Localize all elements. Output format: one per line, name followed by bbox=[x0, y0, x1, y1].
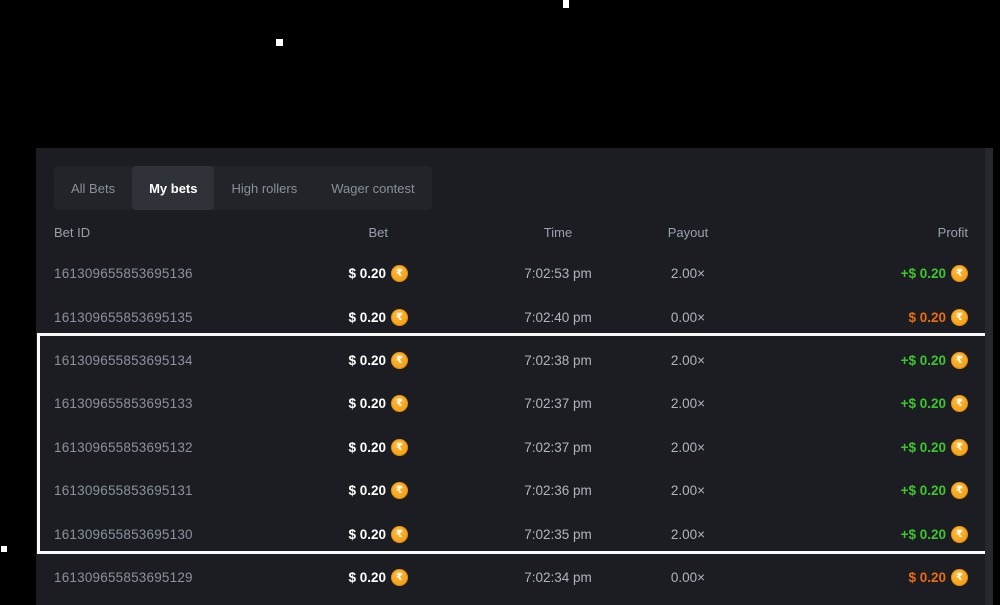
bet-amount: $ 0.20 bbox=[348, 266, 386, 281]
rupee-coin-icon: ₹ bbox=[391, 482, 408, 499]
profit-cell: +$ 0.20 ₹ bbox=[733, 265, 968, 282]
bet-amount: $ 0.20 bbox=[348, 353, 386, 368]
profit-amount: +$ 0.20 bbox=[901, 266, 946, 281]
tab-wager-contest[interactable]: Wager contest bbox=[314, 166, 431, 210]
profit-cell: +$ 0.20 ₹ bbox=[733, 439, 968, 456]
artifact-dot-top bbox=[563, 0, 569, 8]
header-time: Time bbox=[473, 225, 643, 240]
bet-amount: $ 0.20 bbox=[348, 440, 386, 455]
time-cell: 7:02:37 pm bbox=[473, 396, 643, 411]
table-row[interactable]: 161309655853695134 $ 0.20 ₹ 7:02:38 pm 2… bbox=[54, 339, 968, 382]
rupee-coin-icon: ₹ bbox=[391, 526, 408, 543]
time-cell: 7:02:53 pm bbox=[473, 266, 643, 281]
rupee-coin-icon: ₹ bbox=[951, 482, 968, 499]
bet-amount-cell: $ 0.20 ₹ bbox=[336, 309, 473, 326]
bet-amount: $ 0.20 bbox=[348, 527, 386, 542]
profit-amount: $ 0.20 bbox=[908, 310, 946, 325]
payout-cell: 2.00× bbox=[643, 353, 733, 368]
artifact-dot-upper-left bbox=[276, 39, 283, 46]
rupee-coin-icon: ₹ bbox=[951, 265, 968, 282]
header-bet-id: Bet ID bbox=[54, 225, 336, 240]
tab-all-bets[interactable]: All Bets bbox=[54, 166, 132, 210]
bet-amount: $ 0.20 bbox=[348, 396, 386, 411]
header-payout: Payout bbox=[643, 225, 733, 240]
bet-amount: $ 0.20 bbox=[348, 483, 386, 498]
rupee-coin-icon: ₹ bbox=[391, 352, 408, 369]
bet-id-cell: 161309655853695130 bbox=[54, 527, 336, 542]
rupee-coin-icon: ₹ bbox=[391, 569, 408, 586]
payout-cell: 2.00× bbox=[643, 266, 733, 281]
time-cell: 7:02:36 pm bbox=[473, 483, 643, 498]
tab-high-rollers[interactable]: High rollers bbox=[214, 166, 314, 210]
rupee-coin-icon: ₹ bbox=[951, 309, 968, 326]
bet-id-cell: 161309655853695131 bbox=[54, 483, 336, 498]
bet-id-cell: 161309655853695133 bbox=[54, 396, 336, 411]
rupee-coin-icon: ₹ bbox=[951, 395, 968, 412]
bets-tab-bar: All BetsMy betsHigh rollersWager contest bbox=[54, 166, 432, 210]
bet-id-cell: 161309655853695129 bbox=[54, 570, 336, 585]
rupee-coin-icon: ₹ bbox=[951, 569, 968, 586]
bet-id-cell: 161309655853695136 bbox=[54, 266, 336, 281]
table-row[interactable]: 161309655853695131 $ 0.20 ₹ 7:02:36 pm 2… bbox=[54, 469, 968, 512]
panel-right-strip bbox=[985, 148, 993, 605]
time-cell: 7:02:40 pm bbox=[473, 310, 643, 325]
bet-amount-cell: $ 0.20 ₹ bbox=[336, 352, 473, 369]
table-row[interactable]: 161309655853695135 $ 0.20 ₹ 7:02:40 pm 0… bbox=[54, 295, 968, 338]
profit-amount: $ 0.20 bbox=[908, 570, 946, 585]
time-cell: 7:02:38 pm bbox=[473, 353, 643, 368]
rupee-coin-icon: ₹ bbox=[391, 439, 408, 456]
artifact-dot-left-edge bbox=[1, 546, 7, 552]
time-cell: 7:02:37 pm bbox=[473, 440, 643, 455]
bet-id-cell: 161309655853695132 bbox=[54, 440, 336, 455]
time-cell: 7:02:34 pm bbox=[473, 570, 643, 585]
payout-cell: 0.00× bbox=[643, 570, 733, 585]
profit-amount: +$ 0.20 bbox=[901, 527, 946, 542]
bet-amount: $ 0.20 bbox=[348, 310, 386, 325]
header-profit: Profit bbox=[733, 225, 968, 240]
payout-cell: 2.00× bbox=[643, 483, 733, 498]
table-row[interactable]: 161309655853695130 $ 0.20 ₹ 7:02:35 pm 2… bbox=[54, 512, 968, 555]
payout-cell: 0.00× bbox=[643, 310, 733, 325]
bet-amount-cell: $ 0.20 ₹ bbox=[336, 569, 473, 586]
profit-cell: +$ 0.20 ₹ bbox=[733, 352, 968, 369]
bet-id-cell: 161309655853695135 bbox=[54, 310, 336, 325]
profit-amount: +$ 0.20 bbox=[901, 353, 946, 368]
bet-amount: $ 0.20 bbox=[348, 570, 386, 585]
profit-cell: +$ 0.20 ₹ bbox=[733, 482, 968, 499]
tab-my-bets[interactable]: My bets bbox=[132, 166, 214, 210]
table-body: 161309655853695136 $ 0.20 ₹ 7:02:53 pm 2… bbox=[54, 252, 968, 599]
bet-amount-cell: $ 0.20 ₹ bbox=[336, 395, 473, 412]
payout-cell: 2.00× bbox=[643, 440, 733, 455]
bet-amount-cell: $ 0.20 ₹ bbox=[336, 439, 473, 456]
rupee-coin-icon: ₹ bbox=[391, 309, 408, 326]
table-row[interactable]: 161309655853695132 $ 0.20 ₹ 7:02:37 pm 2… bbox=[54, 426, 968, 469]
time-cell: 7:02:35 pm bbox=[473, 527, 643, 542]
header-bet: Bet bbox=[336, 225, 473, 240]
rupee-coin-icon: ₹ bbox=[951, 352, 968, 369]
payout-cell: 2.00× bbox=[643, 527, 733, 542]
bet-amount-cell: $ 0.20 ₹ bbox=[336, 482, 473, 499]
profit-cell: $ 0.20 ₹ bbox=[733, 309, 968, 326]
rupee-coin-icon: ₹ bbox=[391, 265, 408, 282]
rupee-coin-icon: ₹ bbox=[951, 439, 968, 456]
profit-cell: +$ 0.20 ₹ bbox=[733, 526, 968, 543]
table-row[interactable]: 161309655853695133 $ 0.20 ₹ 7:02:37 pm 2… bbox=[54, 382, 968, 425]
profit-amount: +$ 0.20 bbox=[901, 440, 946, 455]
table-row[interactable]: 161309655853695129 $ 0.20 ₹ 7:02:34 pm 0… bbox=[54, 556, 968, 599]
profit-amount: +$ 0.20 bbox=[901, 396, 946, 411]
profit-cell: $ 0.20 ₹ bbox=[733, 569, 968, 586]
rupee-coin-icon: ₹ bbox=[391, 395, 408, 412]
profit-cell: +$ 0.20 ₹ bbox=[733, 395, 968, 412]
bet-amount-cell: $ 0.20 ₹ bbox=[336, 526, 473, 543]
bet-amount-cell: $ 0.20 ₹ bbox=[336, 265, 473, 282]
table-row[interactable]: 161309655853695136 $ 0.20 ₹ 7:02:53 pm 2… bbox=[54, 252, 968, 295]
bet-id-cell: 161309655853695134 bbox=[54, 353, 336, 368]
rupee-coin-icon: ₹ bbox=[951, 526, 968, 543]
payout-cell: 2.00× bbox=[643, 396, 733, 411]
table-header-row: Bet ID Bet Time Payout Profit bbox=[54, 224, 968, 240]
profit-amount: +$ 0.20 bbox=[901, 483, 946, 498]
bets-history-panel: All BetsMy betsHigh rollersWager contest… bbox=[36, 148, 993, 605]
